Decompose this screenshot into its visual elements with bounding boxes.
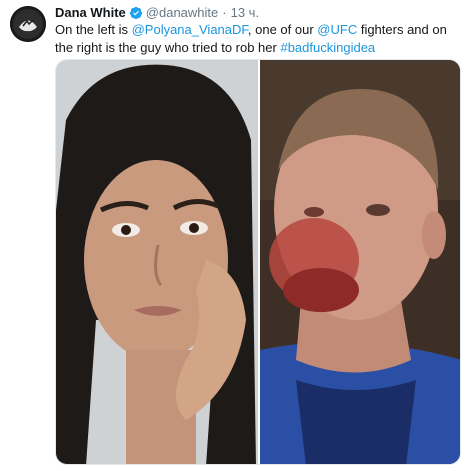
tweet-media-image[interactable] [55,59,461,465]
right-photo [260,60,460,464]
tweet[interactable]: Dana White @danawhite · 13 ч. On the lef… [0,0,466,471]
tweet-timestamp[interactable]: 13 ч. [231,4,259,22]
avatar[interactable] [10,6,46,42]
tweet-text-part: , one of our [247,22,318,37]
verified-badge-icon [129,6,143,20]
author-name[interactable]: Dana White [55,4,126,22]
mention-link[interactable]: @Polyana_VianaDF [132,22,248,37]
header-separator: · [222,5,227,20]
tweet-header: Dana White @danawhite · 13 ч. [55,4,259,22]
author-handle[interactable]: @danawhite [146,4,218,22]
tweet-text: On the left is @Polyana_VianaDF, one of … [55,21,460,57]
left-photo [56,60,258,464]
hashtag-link[interactable]: #badfuckingidea [280,40,375,55]
mention-link[interactable]: @UFC [317,22,357,37]
tweet-text-part: On the left is [55,22,132,37]
